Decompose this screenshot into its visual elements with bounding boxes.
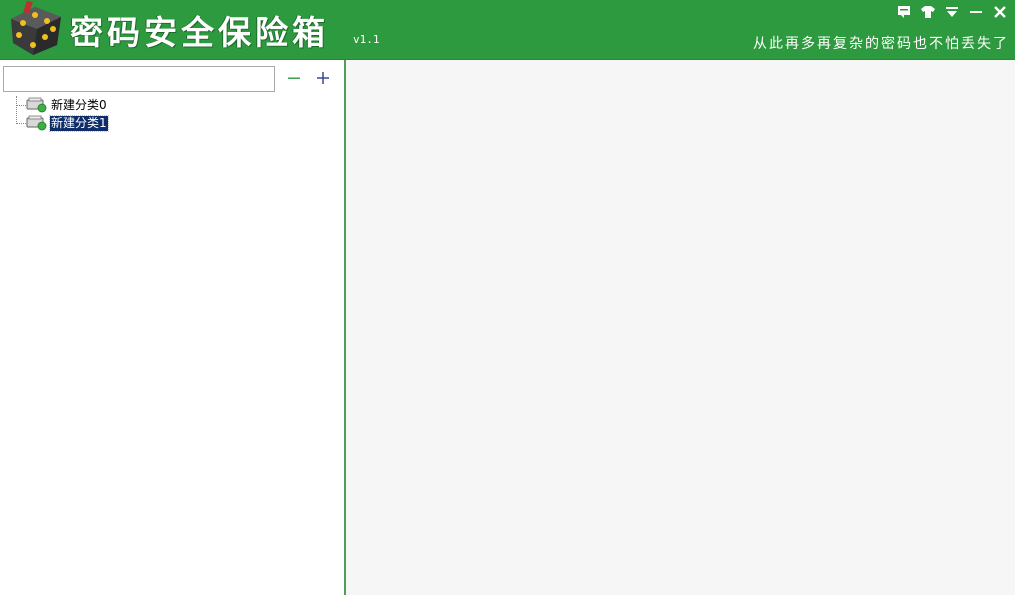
- add-category-button[interactable]: [313, 68, 333, 88]
- app-title: 密码安全保险箱: [70, 13, 329, 52]
- search-input[interactable]: [3, 66, 275, 92]
- app-slogan: 从此再多再复杂的密码也不怕丢失了: [753, 36, 1009, 52]
- folder-group-icon: [26, 115, 47, 131]
- menu-button[interactable]: [943, 3, 961, 21]
- tree-item-category-1[interactable]: 新建分类1: [14, 114, 109, 132]
- minimize-icon: [970, 11, 982, 13]
- skin-button[interactable]: [919, 3, 937, 21]
- skin-icon: [921, 6, 935, 18]
- tree-item-category-0[interactable]: 新建分类0: [14, 96, 108, 114]
- tree-item-label: 新建分类1: [49, 114, 109, 132]
- content-panel: [348, 60, 1015, 595]
- folder-group-icon: [26, 97, 47, 113]
- title-bar: 密码安全保险箱 v1.1 从此再多再复杂的密码也不怕丢失了: [0, 0, 1015, 60]
- category-tree: 新建分类0 新建分类1: [14, 96, 109, 132]
- app-version: v1.1: [353, 33, 380, 46]
- tree-item-label: 新建分类0: [51, 97, 107, 112]
- logo-icon: [11, 1, 61, 55]
- feedback-button[interactable]: [895, 3, 913, 21]
- window-controls: [895, 3, 1009, 21]
- minimize-button[interactable]: [967, 3, 985, 21]
- category-panel: 新建分类0 新建分类1: [0, 60, 346, 595]
- minus-icon: [288, 77, 300, 79]
- close-icon: [994, 6, 1006, 18]
- feedback-icon: [898, 6, 910, 18]
- plus-icon: [317, 72, 329, 84]
- close-button[interactable]: [991, 3, 1009, 21]
- menu-icon: [946, 7, 958, 17]
- remove-category-button[interactable]: [284, 68, 304, 88]
